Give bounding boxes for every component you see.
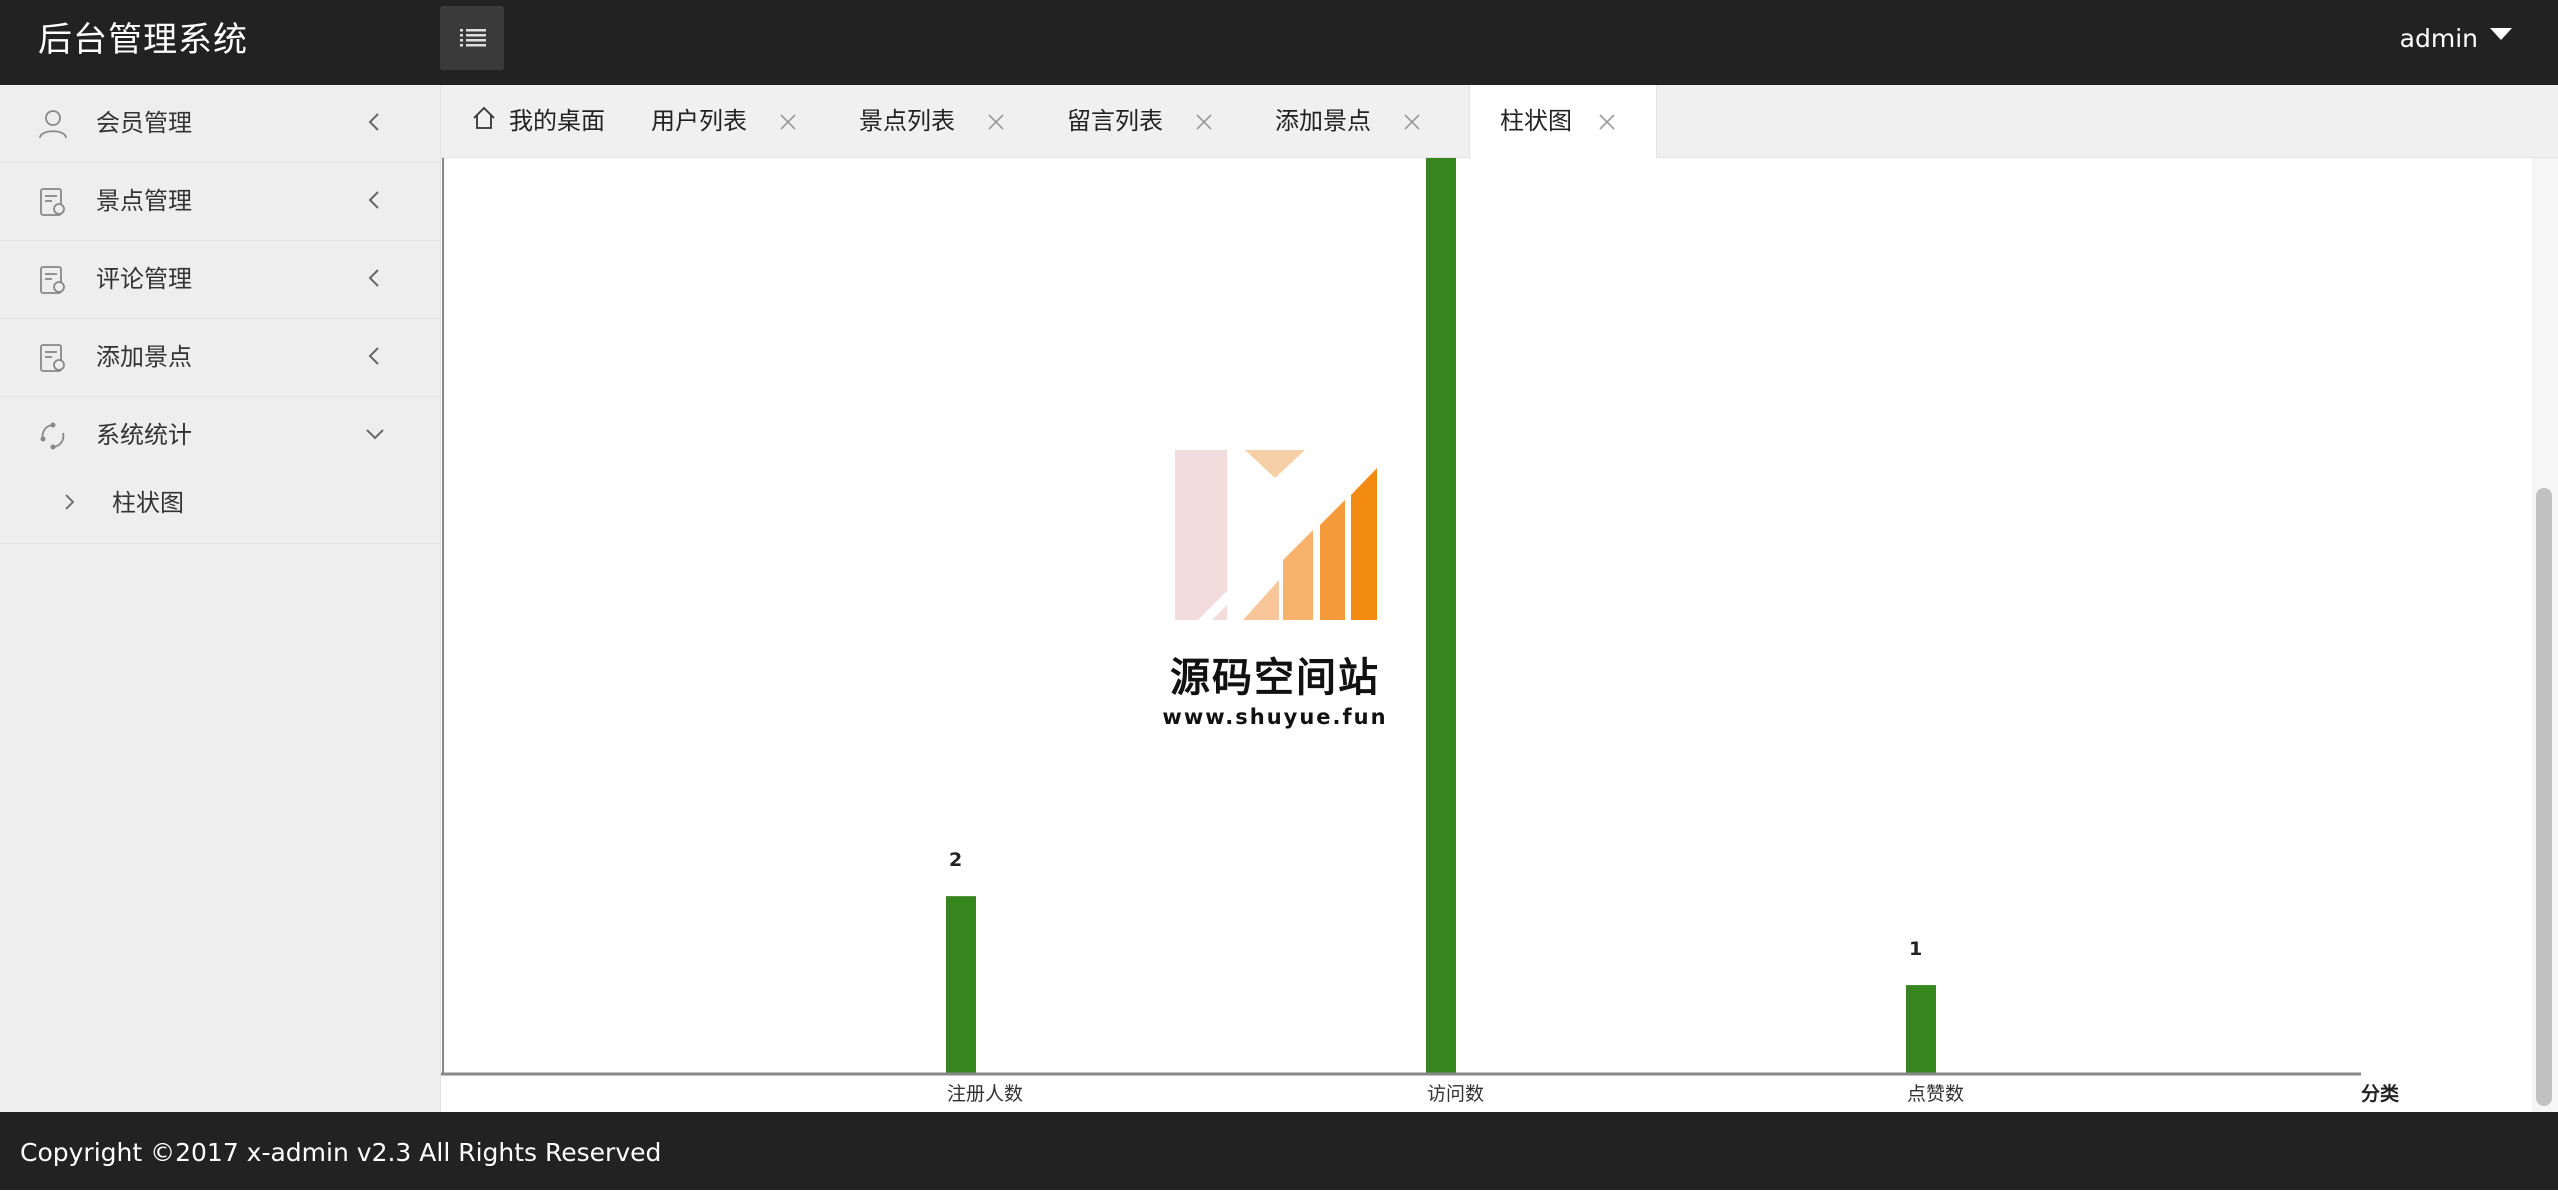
tab-user-list[interactable]: 用户列表 [627,85,835,157]
chevron-right-icon [65,494,75,510]
sidebar-item-comments[interactable]: 评论管理 [0,241,440,319]
sidebar-subitem-bar-chart[interactable]: 柱状图 [0,463,440,544]
document-icon [40,344,65,372]
vertical-scrollbar[interactable] [2532,158,2558,1112]
tab-bar-chart[interactable]: 柱状图 [1469,85,1657,158]
user-icon [39,110,67,139]
content-frame: 2 注册人数 访问数 1 点赞数 分类 [441,158,2530,1112]
chevron-left-icon [368,113,379,131]
chevron-left-icon [368,191,379,209]
tab-desktop[interactable]: 我的桌面 [441,85,627,157]
x-tick-label-1: 注册人数 [947,1083,1023,1105]
home-icon [473,106,495,129]
username: admin [2399,24,2478,53]
sidebar-subitem-label: 柱状图 [112,489,184,517]
bar-2 [1426,158,1456,1074]
document-icon [40,266,65,294]
data-label-3: 1 [1909,938,1922,960]
x-axis-title: 分类 [2361,1082,2399,1105]
watermark-title: 源码空间站 [1170,655,1380,701]
data-label-1: 2 [949,849,962,871]
sidebar-item-attractions[interactable]: 景点管理 [0,163,440,241]
chevron-left-icon [368,347,379,365]
sidebar-item-label: 会员管理 [96,109,192,137]
sidebar-item-label: 景点管理 [96,187,192,215]
tab-label: 用户列表 [651,107,747,135]
app-title: 后台管理系统 [38,20,248,60]
tab-label: 添加景点 [1275,107,1371,135]
close-icon[interactable] [987,113,1005,131]
tab-add-attraction[interactable]: 添加景点 [1251,85,1459,157]
tab-label: 留言列表 [1067,107,1163,135]
footer: Copyright ©2017 x-admin v2.3 All Rights … [0,1112,2558,1190]
sidebar-item-add-attraction[interactable]: 添加景点 [0,319,440,397]
caret-down-icon [2490,28,2512,40]
bar-3 [1906,985,1936,1074]
tab-label: 我的桌面 [509,107,605,135]
tab-label: 景点列表 [859,107,955,135]
watermark-logo [1175,450,1377,634]
tab-label: 柱状图 [1500,107,1572,135]
menu-toggle-button[interactable] [440,6,504,70]
sidebar: 会员管理 景点管理 评论管理 添加景点 系统统计 柱状图 [0,85,441,1112]
close-icon[interactable] [1403,113,1421,131]
close-icon[interactable] [1195,113,1213,131]
close-icon[interactable] [779,113,797,131]
sidebar-item-members[interactable]: 会员管理 [0,85,440,163]
document-icon [40,188,65,216]
user-menu[interactable]: admin [2400,0,2512,80]
tab-attraction-list[interactable]: 景点列表 [835,85,1043,157]
tab-message-list[interactable]: 留言列表 [1043,85,1251,157]
top-header: 后台管理系统 admin [0,0,2558,85]
watermark: 源码空间站 www.shuyue.fun [1155,450,1395,740]
bar-chart: 2 注册人数 访问数 1 点赞数 分类 [441,158,2399,1105]
close-icon[interactable] [1598,113,1616,131]
chevron-left-icon [368,269,379,287]
tab-bar: 我的桌面 用户列表 景点列表 留言列表 添加景点 柱状图 [441,85,2558,158]
list-icon [460,29,486,47]
watermark-url: www.shuyue.fun [1162,705,1388,729]
chevron-down-icon [366,429,384,440]
x-tick-label-2: 访问数 [1427,1083,1484,1105]
bar-1 [946,896,976,1074]
scrollbar-thumb[interactable] [2536,488,2552,1106]
x-tick-label-3: 点赞数 [1907,1083,1964,1105]
copyright-text: Copyright ©2017 x-admin v2.3 All Rights … [20,1138,662,1167]
sidebar-item-label: 评论管理 [96,265,192,293]
refresh-icon [40,422,65,450]
sidebar-item-label: 添加景点 [96,343,192,371]
